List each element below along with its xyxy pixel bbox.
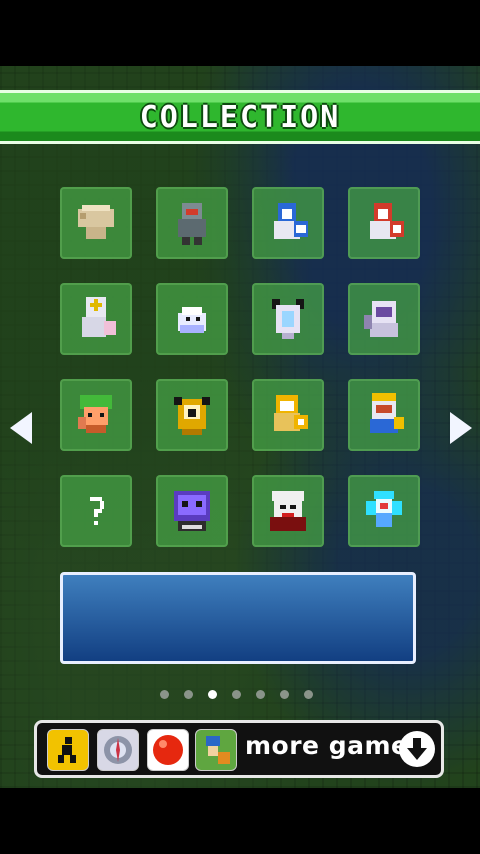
- page-dot: [232, 690, 241, 699]
- gear-compass-icon[interactable]: [97, 729, 139, 771]
- horned-skull-sprite: [272, 299, 304, 339]
- mushroom-sprite: [78, 205, 114, 239]
- blue-knight-sprite: [274, 203, 308, 239]
- previous-page-arrow-icon[interactable]: [10, 412, 32, 444]
- more-games-label[interactable]: more games: [245, 731, 424, 760]
- page-indicator: [160, 690, 320, 700]
- next-page-arrow-icon[interactable]: [450, 412, 472, 444]
- collection-slot[interactable]: [60, 475, 132, 547]
- collection-slot[interactable]: [252, 283, 324, 355]
- gray-soldier-sprite: [178, 203, 206, 245]
- slime-sprite: [178, 307, 206, 333]
- page-dot: [304, 690, 313, 699]
- description-panel: [60, 572, 416, 664]
- page-title: COLLECTION: [139, 99, 341, 135]
- collection-slot[interactable]: [252, 187, 324, 259]
- collection-slot[interactable]: [252, 379, 324, 451]
- page-dot: [208, 690, 217, 699]
- collection-slot[interactable]: [348, 475, 420, 547]
- collection-slot[interactable]: [156, 475, 228, 547]
- collection-slot[interactable]: [156, 379, 228, 451]
- page-dot: [160, 690, 169, 699]
- game-screen: COLLECTION more games: [0, 66, 480, 788]
- collection-slot[interactable]: [60, 187, 132, 259]
- collection-slot[interactable]: [252, 475, 324, 547]
- vampire-sprite: [270, 491, 306, 531]
- page-dot: [256, 690, 265, 699]
- red-knight-sprite: [370, 203, 404, 239]
- download-arrow-icon[interactable]: [399, 731, 435, 767]
- collection-slot[interactable]: [348, 187, 420, 259]
- adventure-game-icon[interactable]: [195, 729, 237, 771]
- cross-knight-sprite: [82, 297, 116, 337]
- collection-slot[interactable]: [156, 187, 228, 259]
- unknown-slot: [90, 497, 104, 525]
- purple-beast-sprite: [174, 491, 210, 531]
- white-mage-sprite: [364, 301, 398, 337]
- collection-slot[interactable]: [348, 283, 420, 355]
- collection-slot[interactable]: [60, 283, 132, 355]
- collection-slot[interactable]: [348, 379, 420, 451]
- cyan-fairy-sprite: [366, 491, 402, 527]
- green-elf-sprite: [78, 395, 112, 433]
- title-banner: COLLECTION: [0, 90, 480, 144]
- red-ball-icon[interactable]: [147, 729, 189, 771]
- collection-slot[interactable]: [156, 283, 228, 355]
- golden-knight-sprite: [274, 395, 308, 431]
- king-sprite: [370, 393, 404, 433]
- page-dot: [184, 690, 193, 699]
- page-dot: [280, 690, 289, 699]
- more-games-bar[interactable]: more games: [34, 720, 444, 778]
- collection-slot[interactable]: [60, 379, 132, 451]
- runner-icon[interactable]: [47, 729, 89, 771]
- cyclops-sprite: [174, 397, 210, 435]
